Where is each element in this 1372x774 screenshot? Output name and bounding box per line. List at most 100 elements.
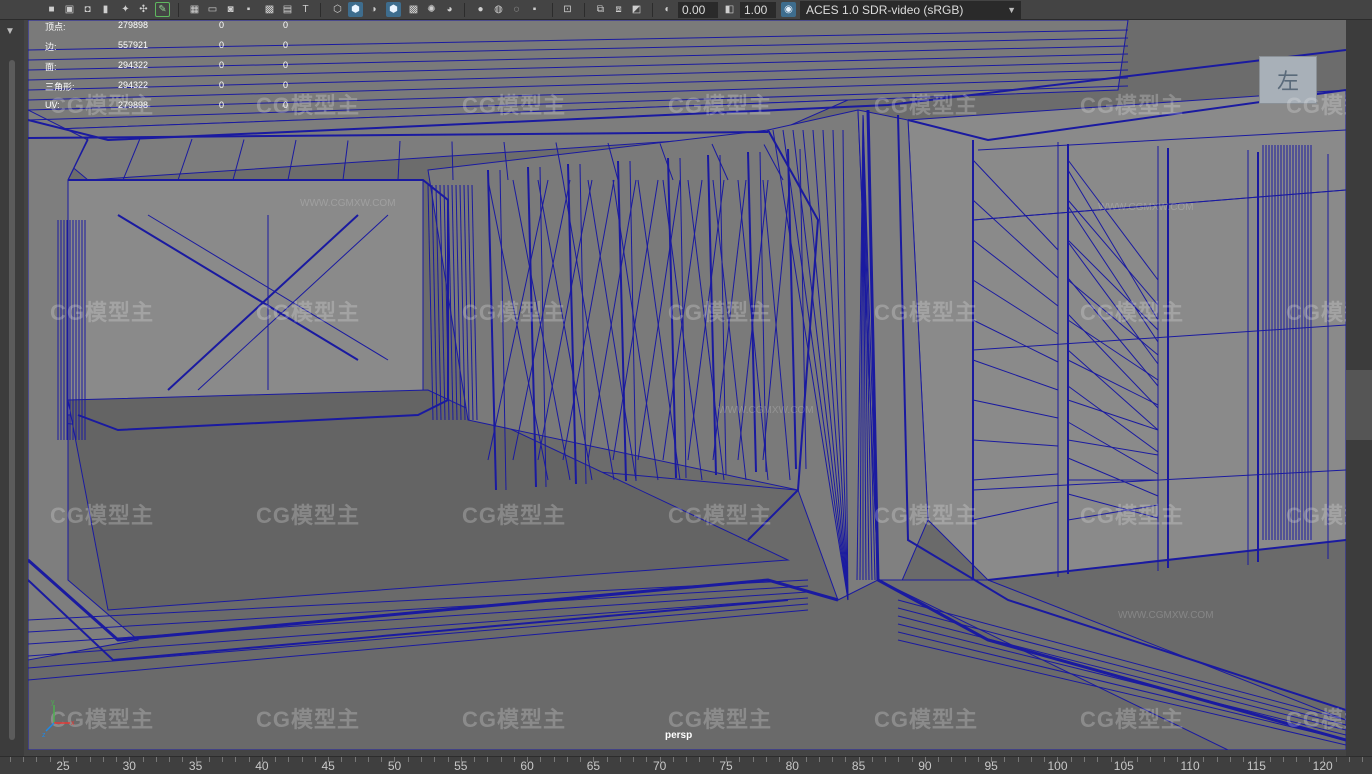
two-d-pan-icon[interactable]: ✣ <box>136 2 151 17</box>
gate-mask-icon[interactable]: ▪ <box>241 2 256 17</box>
watermark-text: CG模型主 <box>1080 503 1185 528</box>
ambient-occlusion-icon[interactable]: ● <box>473 2 488 17</box>
watermark-text: CG模型主 <box>50 503 155 528</box>
safe-action-icon[interactable]: ▤ <box>280 2 295 17</box>
hud-sel: 0 <box>219 60 225 70</box>
timeline-minor-tick <box>607 757 608 762</box>
timeline-minor-tick <box>819 757 820 762</box>
attribute-editor-tab[interactable] <box>1346 370 1372 440</box>
timeline-minor-tick <box>116 757 117 762</box>
timeline-minor-tick <box>1177 757 1178 762</box>
timeline-minor-tick <box>739 757 740 762</box>
timeline-minor-tick <box>421 757 422 762</box>
camera-icon[interactable]: ■ <box>44 2 59 17</box>
timeline-minor-tick <box>620 757 621 762</box>
timeline-minor-tick <box>845 757 846 762</box>
timeline-minor-tick <box>686 757 687 762</box>
timeline-minor-tick <box>487 757 488 762</box>
xray-icon[interactable]: ⧉ <box>593 2 608 17</box>
smooth-shade-icon[interactable]: ⬢ <box>348 2 363 17</box>
timeline-minor-tick <box>646 757 647 762</box>
camera-attributes-icon[interactable]: ▣ <box>62 2 77 17</box>
wireframe-icon[interactable]: ⬡ <box>330 2 345 17</box>
wireframe-scene <box>28 20 1346 750</box>
panel-menu-arrow-icon[interactable]: ▼ <box>5 26 15 37</box>
timeline-minor-tick <box>448 757 449 762</box>
watermark-text: CG模型主 <box>1080 707 1185 732</box>
timeline-minor-tick <box>1270 757 1271 762</box>
timeline-minor-tick <box>76 757 77 762</box>
color-management-icon[interactable]: ◉ <box>781 2 796 17</box>
timeline-minor-tick <box>156 757 157 762</box>
svg-text:z: z <box>42 732 46 737</box>
wireframe-on-shaded-icon[interactable]: ⬢ <box>386 2 401 17</box>
hud-extra: 0 <box>283 20 289 30</box>
watermark-text: CG模型主 <box>668 503 773 528</box>
timeline-minor-tick <box>288 757 289 762</box>
watermark-text: CG模型主 <box>50 300 155 325</box>
right-panel-strip <box>1346 20 1372 756</box>
timeline-minor-tick <box>196 757 197 762</box>
timeline-minor-tick <box>90 757 91 762</box>
watermark-text: CG模型主 <box>1286 503 1346 528</box>
motion-blur-icon[interactable]: ◍ <box>491 2 506 17</box>
timeline-minor-tick <box>235 757 236 762</box>
image-plane-icon[interactable]: ✦ <box>118 2 133 17</box>
watermark-text: CG模型主 <box>874 93 979 118</box>
gamma-field[interactable]: 1.00 <box>740 2 776 18</box>
timeline-minor-tick <box>726 757 727 762</box>
watermark-text: CG模型主 <box>256 707 361 732</box>
timeline-minor-tick <box>302 757 303 762</box>
timeline-minor-tick <box>898 757 899 762</box>
watermark-text: CG模型主 <box>874 503 979 528</box>
textured-icon[interactable]: ▩ <box>406 2 421 17</box>
timeline-minor-tick <box>1349 757 1350 762</box>
grid-icon[interactable]: ▦ <box>187 2 202 17</box>
xray-joints-icon[interactable]: ⧈ <box>611 2 626 17</box>
xray-components-icon[interactable]: ◩ <box>629 2 644 17</box>
timeline-minor-tick <box>859 757 860 762</box>
film-gate-icon[interactable]: ▭ <box>205 2 220 17</box>
color-space-dropdown[interactable]: ACES 1.0 SDR-video (sRGB) ▼ <box>800 1 1021 19</box>
timeline-minor-tick <box>885 757 886 762</box>
timeline-minor-tick <box>912 757 913 762</box>
timeline-minor-tick <box>1323 757 1324 762</box>
watermark-text: CG模型主 <box>1286 93 1346 118</box>
safe-title-icon[interactable]: T <box>298 2 313 17</box>
shadows-icon[interactable]: ◕ <box>442 2 457 17</box>
timeline-minor-tick <box>633 757 634 762</box>
timeline-minor-tick <box>355 757 356 762</box>
lighting-icon[interactable]: ✺ <box>424 2 439 17</box>
default-material-icon[interactable]: ◑ <box>366 2 381 17</box>
time-slider[interactable]: 25 30 35 40 45 50 55 60 65 70 75 80 85 90 95 100 105 110 1… <box>0 756 1372 774</box>
hud-extra: 0 <box>283 60 289 70</box>
timeline-minor-tick <box>872 757 873 762</box>
isolate-select-icon[interactable]: ⊡ <box>560 2 575 17</box>
watermark-url: WWW.CGMXW.COM <box>300 198 396 209</box>
gamma-icon[interactable]: ◧ <box>722 2 737 17</box>
camera-lock-icon[interactable]: ◘ <box>80 2 95 17</box>
timeline-minor-tick <box>129 757 130 762</box>
timeline-minor-tick <box>1296 757 1297 762</box>
anti-aliasing-icon[interactable]: ◌ <box>509 2 524 17</box>
timeline-minor-tick <box>951 757 952 762</box>
bookmark-icon[interactable]: ▮ <box>98 2 113 17</box>
timeline-minor-tick <box>103 757 104 762</box>
hud-label: 面: <box>45 62 57 72</box>
timeline-minor-tick <box>806 757 807 762</box>
exposure-field[interactable]: 0.00 <box>678 2 718 18</box>
timeline-minor-tick <box>315 757 316 762</box>
grease-pencil-icon[interactable]: ✎ <box>155 2 170 17</box>
resolution-gate-icon[interactable]: ◙ <box>223 2 238 17</box>
timeline-minor-tick <box>554 757 555 762</box>
timeline-minor-tick <box>965 757 966 762</box>
vertical-scrollbar[interactable] <box>9 60 15 740</box>
persp-viewport[interactable]: 顶点: 279898 0 0 边: 557921 0 0 面: 294322 0 0 三角形: 29432… <box>28 20 1346 750</box>
timeline-minor-tick <box>792 757 793 762</box>
timeline-minor-tick <box>182 757 183 762</box>
exposure-icon[interactable]: ◐ <box>660 2 675 17</box>
depth-of-field-icon[interactable]: ▪ <box>527 2 542 17</box>
timeline-minor-tick <box>978 757 979 762</box>
field-chart-icon[interactable]: ▩ <box>262 2 277 17</box>
timeline-minor-tick <box>1124 757 1125 762</box>
